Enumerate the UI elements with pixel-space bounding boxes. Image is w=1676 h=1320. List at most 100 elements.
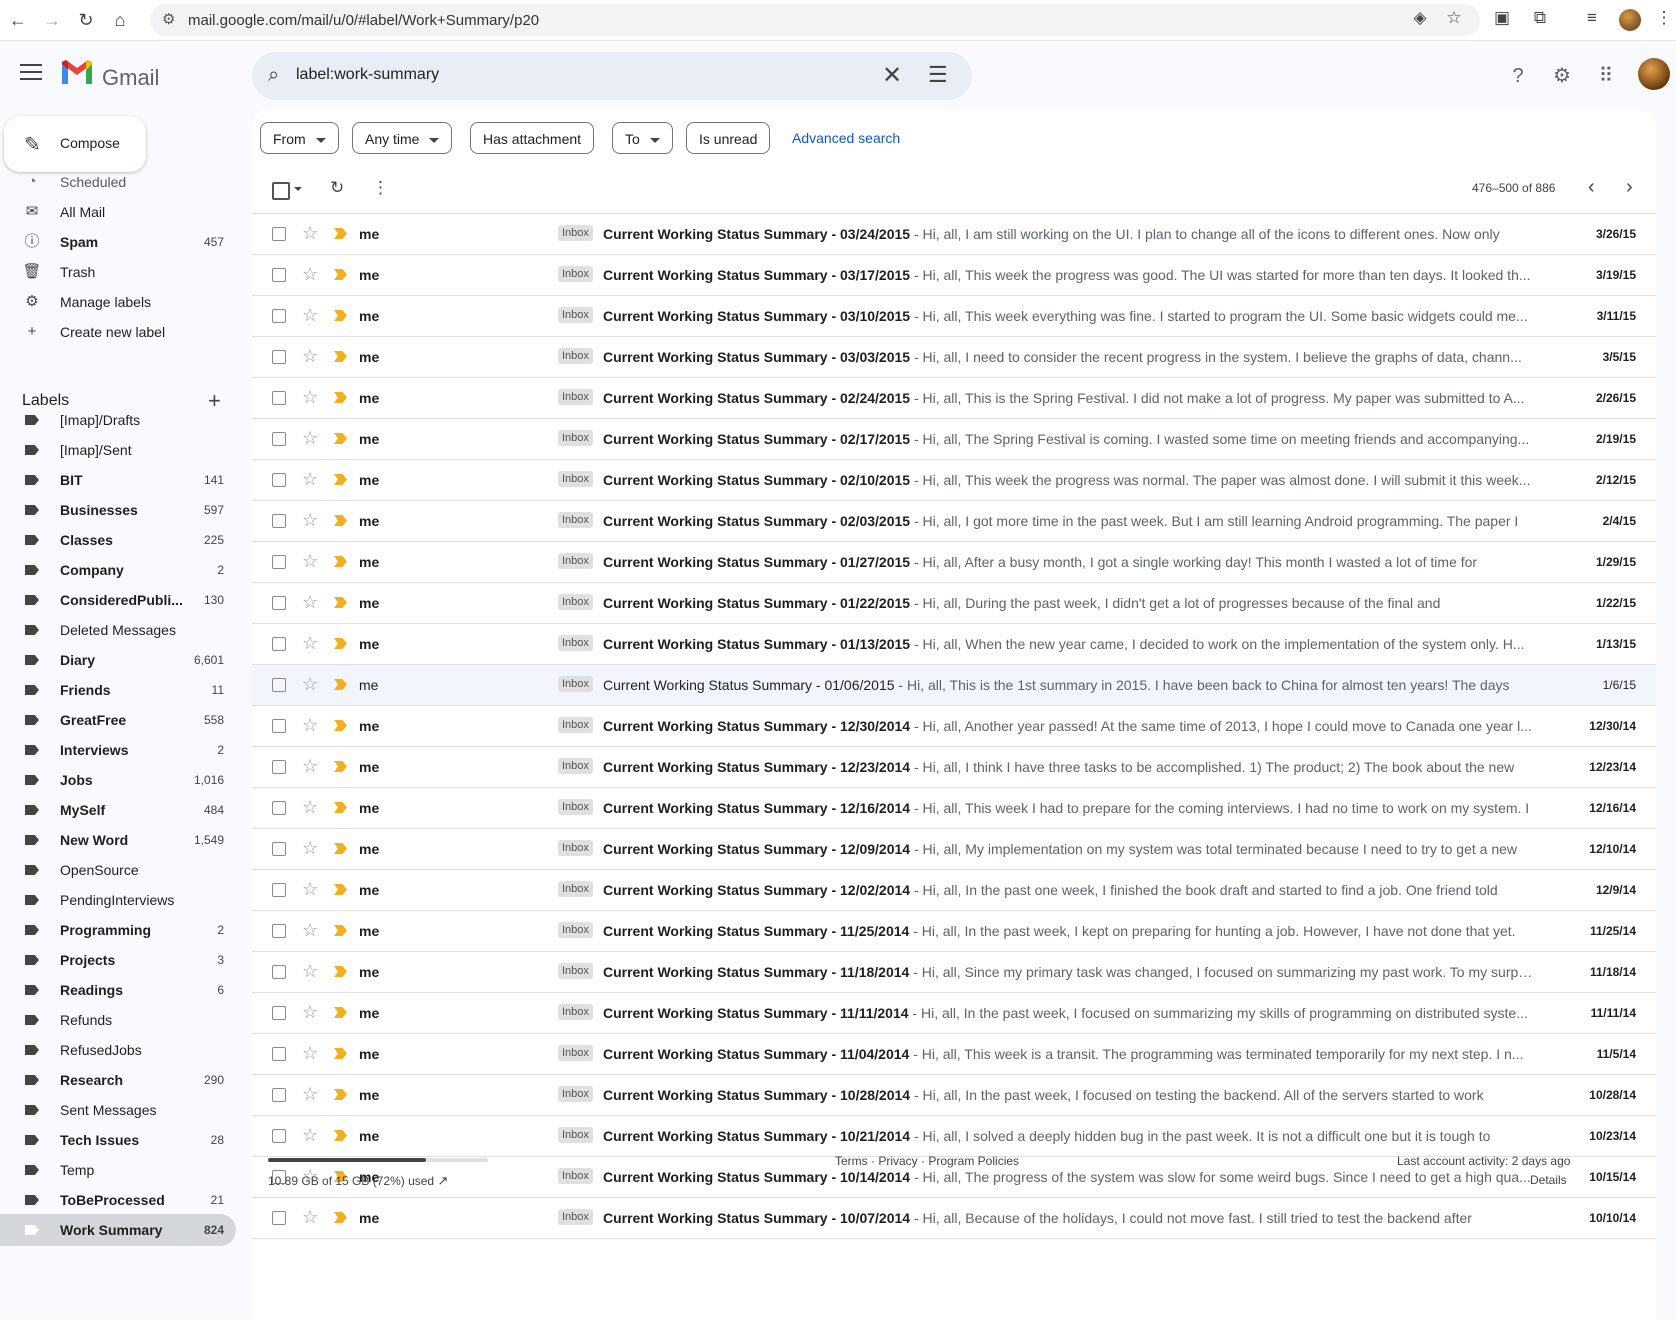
select-dropdown-icon[interactable] <box>294 187 302 191</box>
label-item-deleted-messages[interactable]: Deleted Messages <box>0 614 236 646</box>
forward-icon[interactable]: → <box>40 8 64 32</box>
email-row[interactable]: ☆ me Inbox Current Working Status Summary -… <box>252 542 1656 583</box>
label-item-myself[interactable]: MySelf 484 <box>0 794 236 826</box>
label-item-projects[interactable]: Projects 3 <box>0 944 236 976</box>
row-checkbox[interactable] <box>272 350 286 364</box>
star-icon[interactable]: ☆ <box>302 633 318 654</box>
app-name[interactable]: Gmail <box>102 65 159 91</box>
from-filter-chip[interactable]: From <box>260 122 339 154</box>
importance-marker-icon[interactable] <box>334 966 347 977</box>
email-row[interactable]: ☆ me Inbox Current Working Status Summary -… <box>252 296 1656 337</box>
importance-marker-icon[interactable] <box>334 1130 347 1141</box>
label-item-consideredpubli[interactable]: ConsideredPubli... 130 <box>0 584 236 616</box>
star-icon[interactable]: ☆ <box>302 387 318 408</box>
sidebar-item-manage-labels[interactable]: ⚙ Manage labels <box>0 286 236 318</box>
label-item-research[interactable]: Research 290 <box>0 1064 236 1096</box>
importance-marker-icon[interactable] <box>334 310 347 321</box>
advanced-search-link[interactable]: Advanced search <box>792 130 900 146</box>
label-item-work-summary[interactable]: Work Summary 824 <box>0 1214 236 1246</box>
media-icon[interactable]: ≡ <box>1580 8 1604 28</box>
email-row[interactable]: ☆ me Inbox Current Working Status Summary -… <box>252 747 1656 788</box>
row-checkbox[interactable] <box>272 924 286 938</box>
home-icon[interactable]: ⌂ <box>108 8 132 32</box>
row-checkbox[interactable] <box>272 1129 286 1143</box>
importance-marker-icon[interactable] <box>334 1048 347 1059</box>
label-item-friends[interactable]: Friends 11 <box>0 674 236 706</box>
label-item-imap-drafts[interactable]: [Imap]/Drafts <box>0 404 236 436</box>
newer-page-icon[interactable]: ‹ <box>1588 176 1595 199</box>
more-options-icon[interactable]: ⋮ <box>372 178 389 198</box>
importance-marker-icon[interactable] <box>334 1089 347 1100</box>
row-checkbox[interactable] <box>272 268 286 282</box>
browser-menu-icon[interactable]: ⋮ <box>1652 8 1676 28</box>
star-icon[interactable]: ☆ <box>302 469 318 490</box>
email-row[interactable]: ☆ me Inbox Current Working Status Summary -… <box>252 337 1656 378</box>
row-checkbox[interactable] <box>272 596 286 610</box>
label-item-temp[interactable]: Temp <box>0 1154 236 1186</box>
label-item-businesses[interactable]: Businesses 597 <box>0 494 236 526</box>
sidebar-item-trash[interactable]: 🗑 Trash <box>0 256 236 288</box>
star-icon[interactable]: ☆ <box>302 1125 318 1146</box>
email-row[interactable]: ☆ me Inbox Current Working Status Summary -… <box>252 378 1656 419</box>
importance-marker-icon[interactable] <box>334 761 347 772</box>
email-row[interactable]: ☆ me Inbox Current Working Status Summary -… <box>252 911 1656 952</box>
star-icon[interactable]: ☆ <box>302 961 318 982</box>
star-icon[interactable]: ☆ <box>302 223 318 244</box>
help-icon[interactable]: ? <box>1506 64 1530 88</box>
email-row[interactable]: ☆ me Inbox Current Working Status Summary -… <box>252 993 1656 1034</box>
importance-marker-icon[interactable] <box>334 802 347 813</box>
search-icon[interactable]: ⌕ <box>268 64 279 87</box>
importance-marker-icon[interactable] <box>334 351 347 362</box>
star-icon[interactable]: ☆ <box>302 1002 318 1023</box>
label-item-tech-issues[interactable]: Tech Issues 28 <box>0 1124 236 1156</box>
email-row[interactable]: ☆ me Inbox Current Working Status Summary -… <box>252 870 1656 911</box>
email-row[interactable]: ☆ me Inbox Current Working Status Summary -… <box>252 419 1656 460</box>
select-all-checkbox[interactable] <box>272 182 290 200</box>
account-avatar[interactable] <box>1638 58 1670 90</box>
email-row[interactable]: ☆ me Inbox Current Working Status Summary -… <box>252 788 1656 829</box>
star-icon[interactable]: ☆ <box>302 756 318 777</box>
importance-marker-icon[interactable] <box>334 515 347 526</box>
label-item-tobeprocessed[interactable]: ToBeProcessed 21 <box>0 1184 236 1216</box>
importance-marker-icon[interactable] <box>334 1212 347 1223</box>
eye-icon[interactable]: ◈ <box>1408 8 1432 28</box>
star-icon[interactable]: ☆ <box>302 346 318 367</box>
row-checkbox[interactable] <box>272 309 286 323</box>
back-icon[interactable]: ← <box>6 8 30 32</box>
row-checkbox[interactable] <box>272 391 286 405</box>
row-checkbox[interactable] <box>272 678 286 692</box>
label-item-bit[interactable]: BIT 141 <box>0 464 236 496</box>
star-icon[interactable]: ☆ <box>302 551 318 572</box>
label-item-refunds[interactable]: Refunds <box>0 1004 236 1036</box>
row-checkbox[interactable] <box>272 719 286 733</box>
row-checkbox[interactable] <box>272 1006 286 1020</box>
row-checkbox[interactable] <box>272 842 286 856</box>
email-row[interactable]: ☆ me Inbox Current Working Status Summary -… <box>252 1075 1656 1116</box>
label-item-programming[interactable]: Programming 2 <box>0 914 236 946</box>
star-icon[interactable]: ☆ <box>302 879 318 900</box>
puzzle-icon[interactable]: ⧉ <box>1528 8 1552 28</box>
importance-marker-icon[interactable] <box>334 556 347 567</box>
star-icon[interactable]: ☆ <box>302 305 318 326</box>
refresh-icon[interactable]: ↻ <box>330 178 344 198</box>
star-icon[interactable]: ☆ <box>302 1043 318 1064</box>
importance-marker-icon[interactable] <box>334 884 347 895</box>
label-item-new-word[interactable]: New Word 1,549 <box>0 824 236 856</box>
star-icon[interactable]: ☆ <box>302 428 318 449</box>
row-checkbox[interactable] <box>272 555 286 569</box>
label-item-readings[interactable]: Readings 6 <box>0 974 236 1006</box>
star-icon[interactable]: ☆ <box>302 1207 318 1228</box>
email-row[interactable]: ☆ me Inbox Current Working Status Summary -… <box>252 952 1656 993</box>
label-item-pendinginterviews[interactable]: PendingInterviews <box>0 884 236 916</box>
email-row[interactable]: ☆ me Inbox Current Working Status Summary -… <box>252 255 1656 296</box>
label-item-refusedjobs[interactable]: RefusedJobs <box>0 1034 236 1066</box>
row-checkbox[interactable] <box>272 432 286 446</box>
importance-marker-icon[interactable] <box>334 433 347 444</box>
star-icon[interactable]: ☆ <box>302 920 318 941</box>
email-row[interactable]: ☆ me Inbox Current Working Status Summary -… <box>252 583 1656 624</box>
label-item-classes[interactable]: Classes 225 <box>0 524 236 556</box>
sidebar-item-spam[interactable]: ⓘ Spam 457 <box>0 226 236 258</box>
importance-marker-icon[interactable] <box>334 679 347 690</box>
any-time-filter-chip[interactable]: Any time <box>352 122 453 154</box>
email-row[interactable]: ☆ me Inbox Current Working Status Summary -… <box>252 624 1656 665</box>
